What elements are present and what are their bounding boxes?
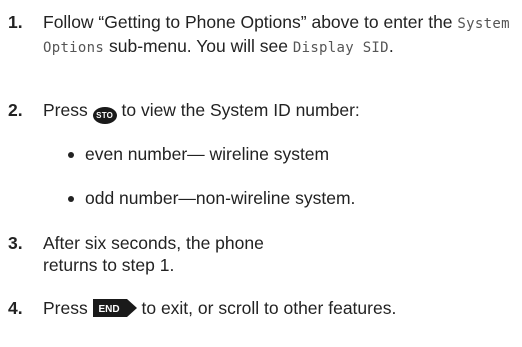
step-number: 1. (8, 12, 23, 32)
step-text-part: sub-menu. You will see (108, 36, 288, 56)
step-text-part: Follow “Getting to Phone Options” above … (43, 12, 453, 32)
step-text-part: to view the System ID number: (121, 100, 360, 120)
step-text: Press END to exit, or scroll to other fe… (43, 297, 518, 319)
bullet-dot (68, 152, 74, 158)
step-1: 1. Follow “Getting to Phone Options” abo… (0, 11, 522, 59)
step-text: Follow “Getting to Phone Options” above … (43, 11, 518, 59)
step-text: After six seconds, the phone returns to … (43, 233, 264, 275)
bullet-item-odd: odd number—non-wireline system. (0, 187, 522, 209)
step-2: 2. Press STO to view the System ID numbe… (0, 99, 522, 124)
step-3: 3. After six seconds, the phone returns … (0, 232, 522, 276)
bullet-item-even: even number— wireline system (0, 143, 522, 165)
bullet-text: odd number—non-wireline system. (85, 188, 356, 208)
step-text-part: to exit, or scroll to other features. (141, 298, 397, 318)
step-number: 3. (8, 233, 23, 253)
end-key-label: END (98, 304, 119, 315)
bullet-text: even number— wireline system (85, 144, 330, 164)
step-text: Press STO to view the System ID number: (43, 99, 518, 124)
sto-key-icon: STO (92, 107, 117, 124)
step-number: 2. (8, 100, 23, 120)
step-number: 4. (8, 298, 23, 318)
step-text-part: . (388, 36, 394, 56)
step-text-part: Press (43, 298, 88, 318)
step-text-part: Press (43, 100, 88, 120)
bullet-dot (68, 196, 74, 202)
end-key-icon: END (92, 299, 137, 317)
lcd-text-display-sid: Display SID (292, 40, 389, 56)
step-4: 4. Press END to exit, or scroll to other… (0, 297, 522, 319)
